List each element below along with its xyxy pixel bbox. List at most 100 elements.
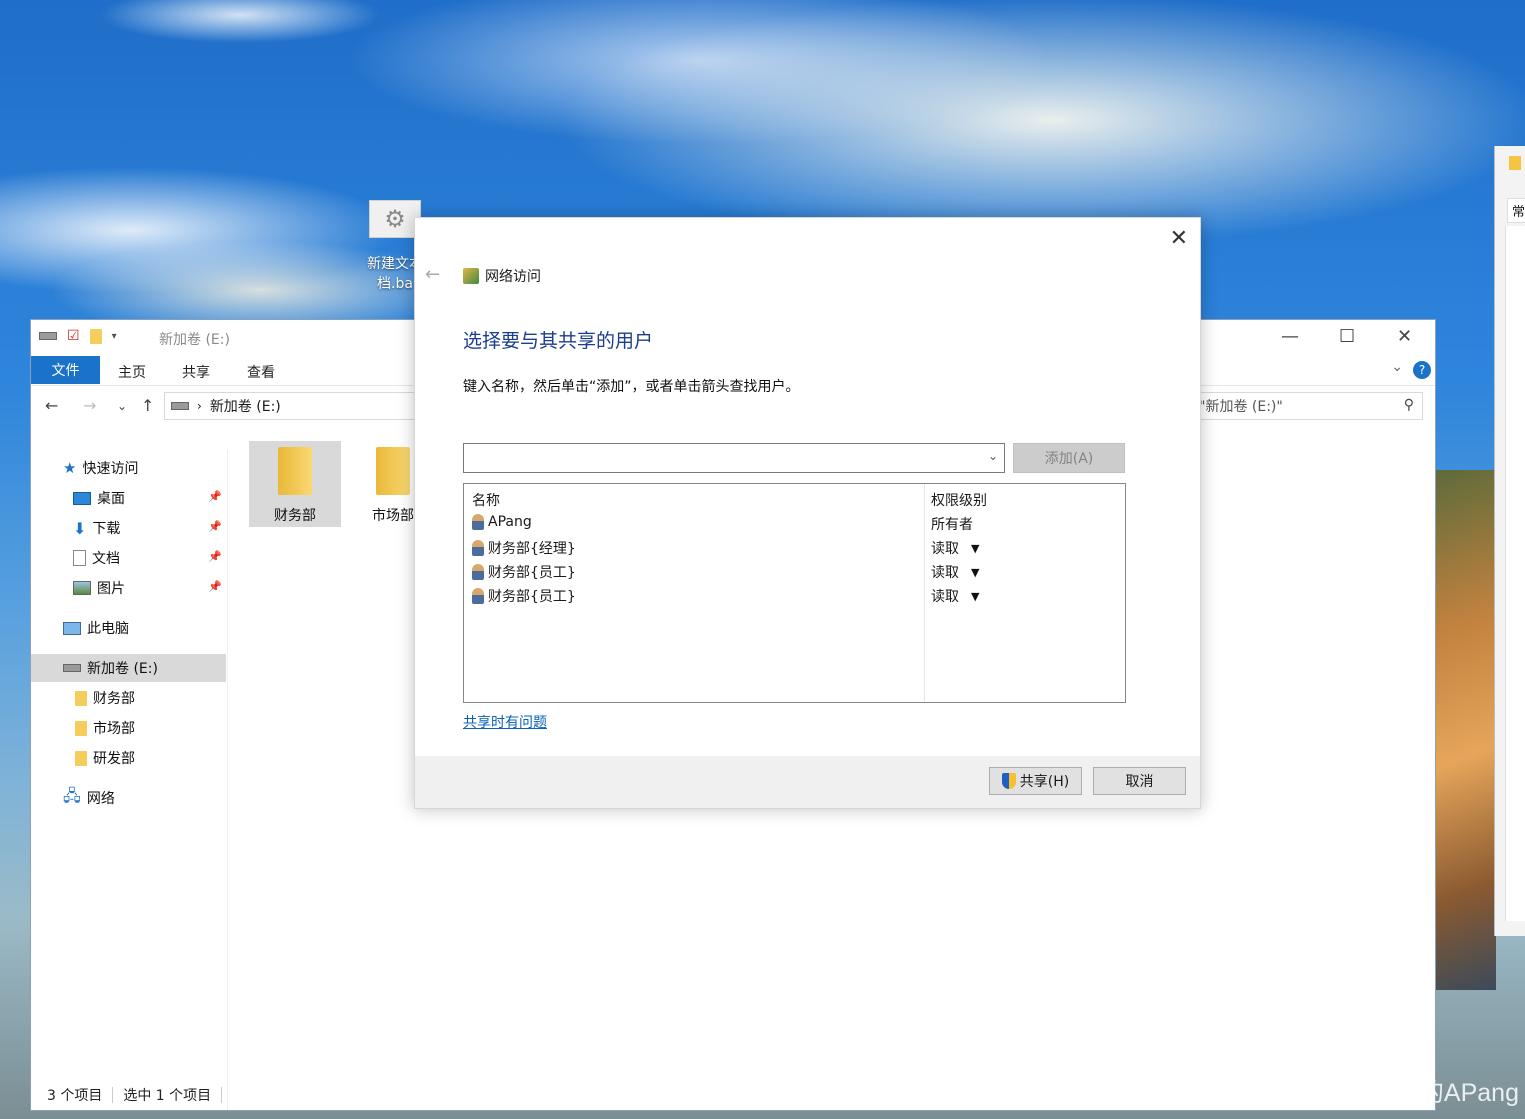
- cancel-button[interactable]: 取消: [1093, 767, 1186, 795]
- folder-label: 市场部: [372, 508, 414, 524]
- nav-folder-finance[interactable]: 财务部: [75, 684, 135, 712]
- user-icon: [472, 564, 484, 580]
- list-item[interactable]: 财务部{员工} 读取 ▼: [464, 584, 1125, 608]
- pin-icon[interactable]: 📌: [208, 580, 222, 593]
- dropdown-arrow-icon[interactable]: ▼: [971, 542, 979, 555]
- user-name-cell: 财务部{员工}: [472, 562, 576, 582]
- folder-icon: [75, 720, 87, 736]
- nav-label: 研发部: [93, 751, 135, 767]
- download-arrow-icon: ⬇: [73, 518, 87, 538]
- search-icon[interactable]: ⚲: [1404, 397, 1414, 413]
- list-item[interactable]: APang 所有者: [464, 512, 1125, 536]
- desktop-icon: [73, 491, 91, 505]
- customize-dropdown-icon[interactable]: ▾: [112, 331, 117, 342]
- chevron-down-icon[interactable]: ⌄: [988, 449, 998, 463]
- nav-label: 下载: [92, 521, 121, 537]
- add-button[interactable]: 添加(A): [1013, 443, 1125, 473]
- nav-folder-marketing[interactable]: 市场部: [75, 714, 135, 742]
- share-button-label: 共享(H): [1019, 774, 1070, 790]
- dialog-instruction: 键入名称，然后单击“添加”，或者单击箭头查找用户。: [463, 379, 800, 395]
- properties-icon[interactable]: ☑: [67, 328, 80, 344]
- new-folder-icon[interactable]: [89, 328, 102, 344]
- search-input[interactable]: 索"新加卷 (E:)" ⚲: [1183, 392, 1423, 420]
- nav-network[interactable]: 🖧 网络: [63, 784, 115, 812]
- nav-drive-e[interactable]: 新加卷 (E:): [31, 654, 226, 682]
- expand-ribbon-icon[interactable]: ⌄: [1391, 359, 1403, 375]
- tab-file[interactable]: 文件: [31, 356, 100, 384]
- wallpaper-rock: [1436, 470, 1496, 990]
- permission-level: 读取: [931, 589, 959, 605]
- user-name: 财务部{员工}: [488, 565, 576, 581]
- status-bar: 3 个项目 选中 1 个项目: [31, 1080, 1435, 1110]
- share-button[interactable]: 共享(H): [989, 767, 1082, 795]
- nav-pictures[interactable]: 图片: [73, 574, 125, 602]
- network-icon: 🖧: [63, 785, 81, 805]
- breadcrumb-separator-icon: ›: [197, 399, 202, 413]
- selection-count: 选中 1 个项目: [123, 1088, 212, 1104]
- permission-dropdown[interactable]: 读取 ▼: [931, 586, 979, 606]
- list-item[interactable]: 财务部{经理} 读取 ▼: [464, 536, 1125, 560]
- user-name-combobox[interactable]: ⌄: [463, 443, 1005, 473]
- sharing-help-link[interactable]: 共享时有问题: [463, 712, 547, 732]
- users-icon: [463, 268, 479, 284]
- user-name: 财务部{经理}: [488, 541, 576, 557]
- window-content: [1505, 226, 1525, 921]
- back-arrow-icon[interactable]: ←: [45, 396, 58, 415]
- nav-label: 文档: [92, 551, 120, 567]
- pictures-icon: [73, 581, 91, 595]
- nav-label: 网络: [86, 791, 115, 807]
- nav-folder-rnd[interactable]: 研发部: [75, 744, 135, 772]
- maximize-button[interactable]: ☐: [1339, 326, 1355, 347]
- pin-icon[interactable]: 📌: [208, 550, 222, 563]
- dropdown-arrow-icon[interactable]: ▼: [971, 566, 979, 579]
- column-header-name[interactable]: 名称: [472, 490, 500, 510]
- document-icon: [73, 550, 86, 566]
- folder-item-finance[interactable]: 财务部: [249, 441, 341, 527]
- permission-level: 读取: [931, 565, 959, 581]
- permission-dropdown[interactable]: 读取 ▼: [931, 538, 979, 558]
- dialog-header-label: 网络访问: [485, 269, 541, 285]
- column-header-permission[interactable]: 权限级别: [931, 490, 987, 510]
- status-divider: [221, 1087, 223, 1103]
- nav-label: 财务部: [93, 691, 135, 707]
- tab-view[interactable]: 查看: [247, 362, 275, 382]
- up-arrow-icon[interactable]: ↑: [141, 396, 154, 415]
- permission-dropdown[interactable]: 读取 ▼: [931, 562, 979, 582]
- permission-level: 读取: [931, 541, 959, 557]
- nav-this-pc[interactable]: 此电脑: [63, 614, 129, 642]
- minimize-button[interactable]: —: [1281, 326, 1299, 347]
- tab-general[interactable]: 常: [1507, 198, 1525, 223]
- folder-icon: [1509, 156, 1521, 170]
- folder-icon: [75, 750, 87, 766]
- permission-level: 所有者: [931, 517, 973, 533]
- dropdown-arrow-icon[interactable]: ▼: [971, 590, 979, 603]
- dialog-footer: 共享(H) 取消: [415, 756, 1200, 808]
- help-icon[interactable]: ?: [1413, 361, 1431, 379]
- nav-documents[interactable]: 文档: [73, 544, 120, 572]
- drive-icon: [171, 402, 189, 410]
- forward-arrow-icon[interactable]: →: [83, 396, 96, 415]
- pin-icon[interactable]: 📌: [208, 520, 222, 533]
- back-arrow-icon[interactable]: ←: [425, 264, 440, 285]
- pin-icon[interactable]: 📌: [208, 490, 222, 503]
- computer-icon: [63, 621, 81, 635]
- user-icon: [472, 514, 484, 530]
- close-button[interactable]: ✕: [1397, 326, 1412, 347]
- user-name-input[interactable]: [464, 444, 974, 472]
- folder-icon: [376, 447, 410, 495]
- nav-quick-access[interactable]: ★ 快速访问: [63, 454, 138, 482]
- background-window-edge[interactable]: 常: [1494, 146, 1525, 936]
- nav-desktop[interactable]: 桌面: [73, 484, 125, 512]
- nav-label: 桌面: [97, 491, 125, 507]
- recent-dropdown-icon[interactable]: ⌄: [117, 399, 127, 413]
- tab-share[interactable]: 共享: [182, 362, 210, 382]
- breadcrumb[interactable]: 新加卷 (E:): [210, 396, 281, 416]
- tab-home[interactable]: 主页: [118, 362, 146, 382]
- dialog-title: 选择要与其共享的用户: [463, 330, 654, 352]
- network-access-dialog: ✕ ← 网络访问 选择要与其共享的用户 键入名称，然后单击“添加”，或者单击箭头…: [414, 217, 1201, 809]
- nav-label: 快速访问: [82, 461, 139, 477]
- list-item[interactable]: 财务部{员工} 读取 ▼: [464, 560, 1125, 584]
- nav-downloads[interactable]: ⬇ 下载: [73, 514, 120, 542]
- close-icon[interactable]: ✕: [1170, 226, 1188, 251]
- permission-cell: 所有者: [931, 514, 973, 534]
